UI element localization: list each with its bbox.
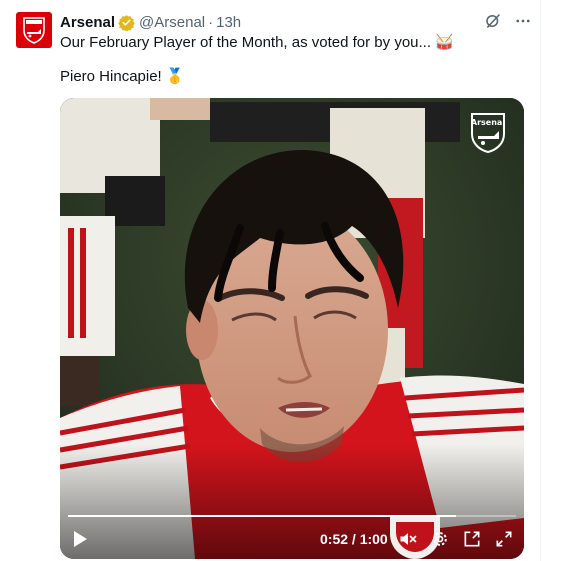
author-handle[interactable]: @Arsenal (139, 14, 205, 31)
arsenal-crest-logo (23, 17, 45, 44)
tweet-text-1: Our February Player of the Month, as vot… (60, 34, 432, 51)
more-icon[interactable] (514, 12, 532, 30)
verified-badge-icon (118, 14, 135, 31)
header-separator: · (208, 13, 214, 31)
tweet-timestamp[interactable]: 13h (216, 14, 241, 31)
arsenal-watermark-logo: Arsenal (470, 112, 506, 154)
grok-icon[interactable] (484, 12, 502, 30)
tweet-header: Arsenal @Arsenal · 13h (60, 12, 241, 32)
video-frame-image (60, 98, 524, 559)
tweet-card[interactable]: Arsenal @Arsenal · 13h Our February Play… (0, 0, 541, 561)
tweet-text-line-1: Our February Player of the Month, as vot… (60, 33, 454, 53)
author-avatar[interactable] (16, 12, 52, 48)
watermark-text: Arsenal (470, 118, 506, 127)
video-player[interactable]: Arsenal 0:52 / 1:00 (60, 98, 524, 559)
volume-icon[interactable] (398, 529, 418, 549)
tweet-text-2: Piero Hincapie! (60, 68, 162, 85)
tweet-text-line-2: Piero Hincapie! 🥇 (60, 67, 185, 87)
play-icon[interactable] (72, 530, 88, 548)
popout-icon[interactable] (462, 529, 482, 549)
settings-gear-icon[interactable] (430, 529, 450, 549)
medal-emoji: 🥇 (165, 68, 185, 85)
author-name[interactable]: Arsenal (60, 14, 115, 31)
header-actions (484, 12, 532, 30)
video-controls: 0:52 / 1:00 (60, 515, 524, 559)
drum-emoji: 🥁 (435, 34, 454, 51)
video-time: 0:52 / 1:00 (320, 531, 388, 547)
fullscreen-icon[interactable] (494, 529, 514, 549)
